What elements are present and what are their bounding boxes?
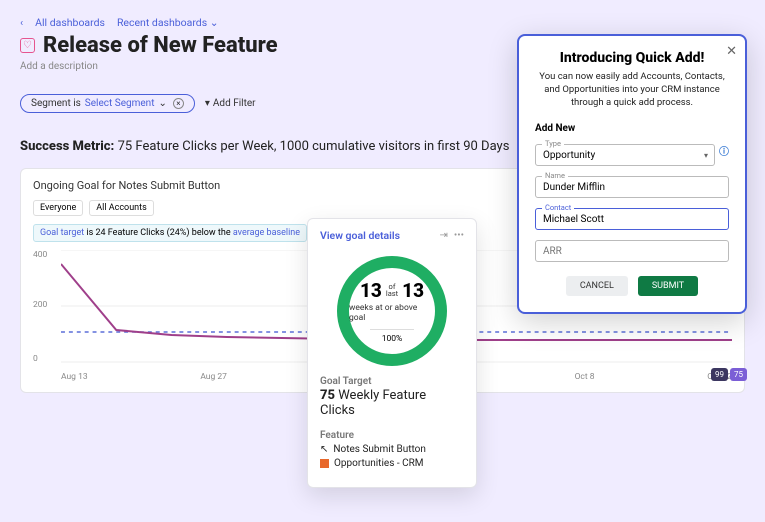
add-filter-button[interactable]: ▾ Add Filter — [205, 98, 256, 109]
quick-add-modal: ✕ Introducing Quick Add! You can now eas… — [517, 34, 747, 314]
progress-ring: 13 oflast 13 weeks at or above goal 100% — [337, 256, 447, 366]
contact-input[interactable] — [543, 214, 721, 225]
breadcrumb-all[interactable]: All dashboards — [35, 16, 105, 29]
chevron-down-icon: ⌄ — [210, 16, 219, 29]
favorite-icon[interactable]: ♡ — [20, 38, 35, 53]
more-icon[interactable]: ••• — [454, 230, 464, 241]
segment-filter[interactable]: Segment is Select Segment ⌄ × — [20, 94, 195, 113]
contact-field[interactable]: Contact — [535, 208, 729, 230]
modal-section: Add New — [535, 123, 729, 134]
tab-all-accounts[interactable]: All Accounts — [89, 200, 153, 216]
modal-subtitle: You can now easily add Accounts, Contact… — [535, 71, 729, 109]
submit-button[interactable]: SUBMIT — [638, 276, 698, 296]
chevron-left-icon: ‹ — [20, 16, 23, 29]
modal-title: Introducing Quick Add! — [535, 50, 729, 66]
feature-label: Feature — [320, 430, 464, 441]
filter-icon: ▾ — [205, 98, 210, 109]
cancel-button[interactable]: CANCEL — [566, 276, 628, 296]
info-icon[interactable]: ⓘ — [719, 143, 729, 158]
name-field[interactable]: Name — [535, 176, 729, 198]
breadcrumb-recent[interactable]: Recent dashboards ⌄ — [117, 16, 219, 29]
goal-target-value: 75 Weekly Feature Clicks — [320, 388, 464, 418]
value-badges: 99 75 — [711, 368, 747, 381]
list-item: ↖Notes Submit Button — [320, 444, 464, 455]
page-title: Release of New Feature — [43, 33, 278, 58]
chevron-down-icon: ⌄ — [158, 98, 166, 109]
name-input[interactable] — [543, 182, 721, 193]
chevron-down-icon: ▾ — [704, 151, 708, 160]
square-icon — [320, 459, 329, 468]
tab-everyone[interactable]: Everyone — [33, 200, 83, 216]
list-item: Opportunities - CRM — [320, 458, 464, 469]
goal-target-label: Goal Target — [320, 376, 464, 387]
goal-details-popover: View goal details ⇥ ••• 13 oflast 13 wee… — [307, 218, 477, 488]
type-select[interactable]: Type Opportunity ▾ — [535, 144, 715, 166]
cursor-icon: ↖ — [320, 444, 328, 455]
arr-field[interactable] — [535, 240, 729, 262]
arr-input[interactable] — [543, 246, 721, 257]
close-icon[interactable]: ✕ — [726, 44, 737, 59]
clear-filter-icon[interactable]: × — [173, 98, 184, 109]
goal-target-note: Goal target is 24 Feature Clicks (24%) b… — [33, 224, 307, 242]
expand-icon[interactable]: ⇥ — [439, 230, 447, 241]
view-goal-details-link[interactable]: View goal details — [320, 229, 400, 242]
